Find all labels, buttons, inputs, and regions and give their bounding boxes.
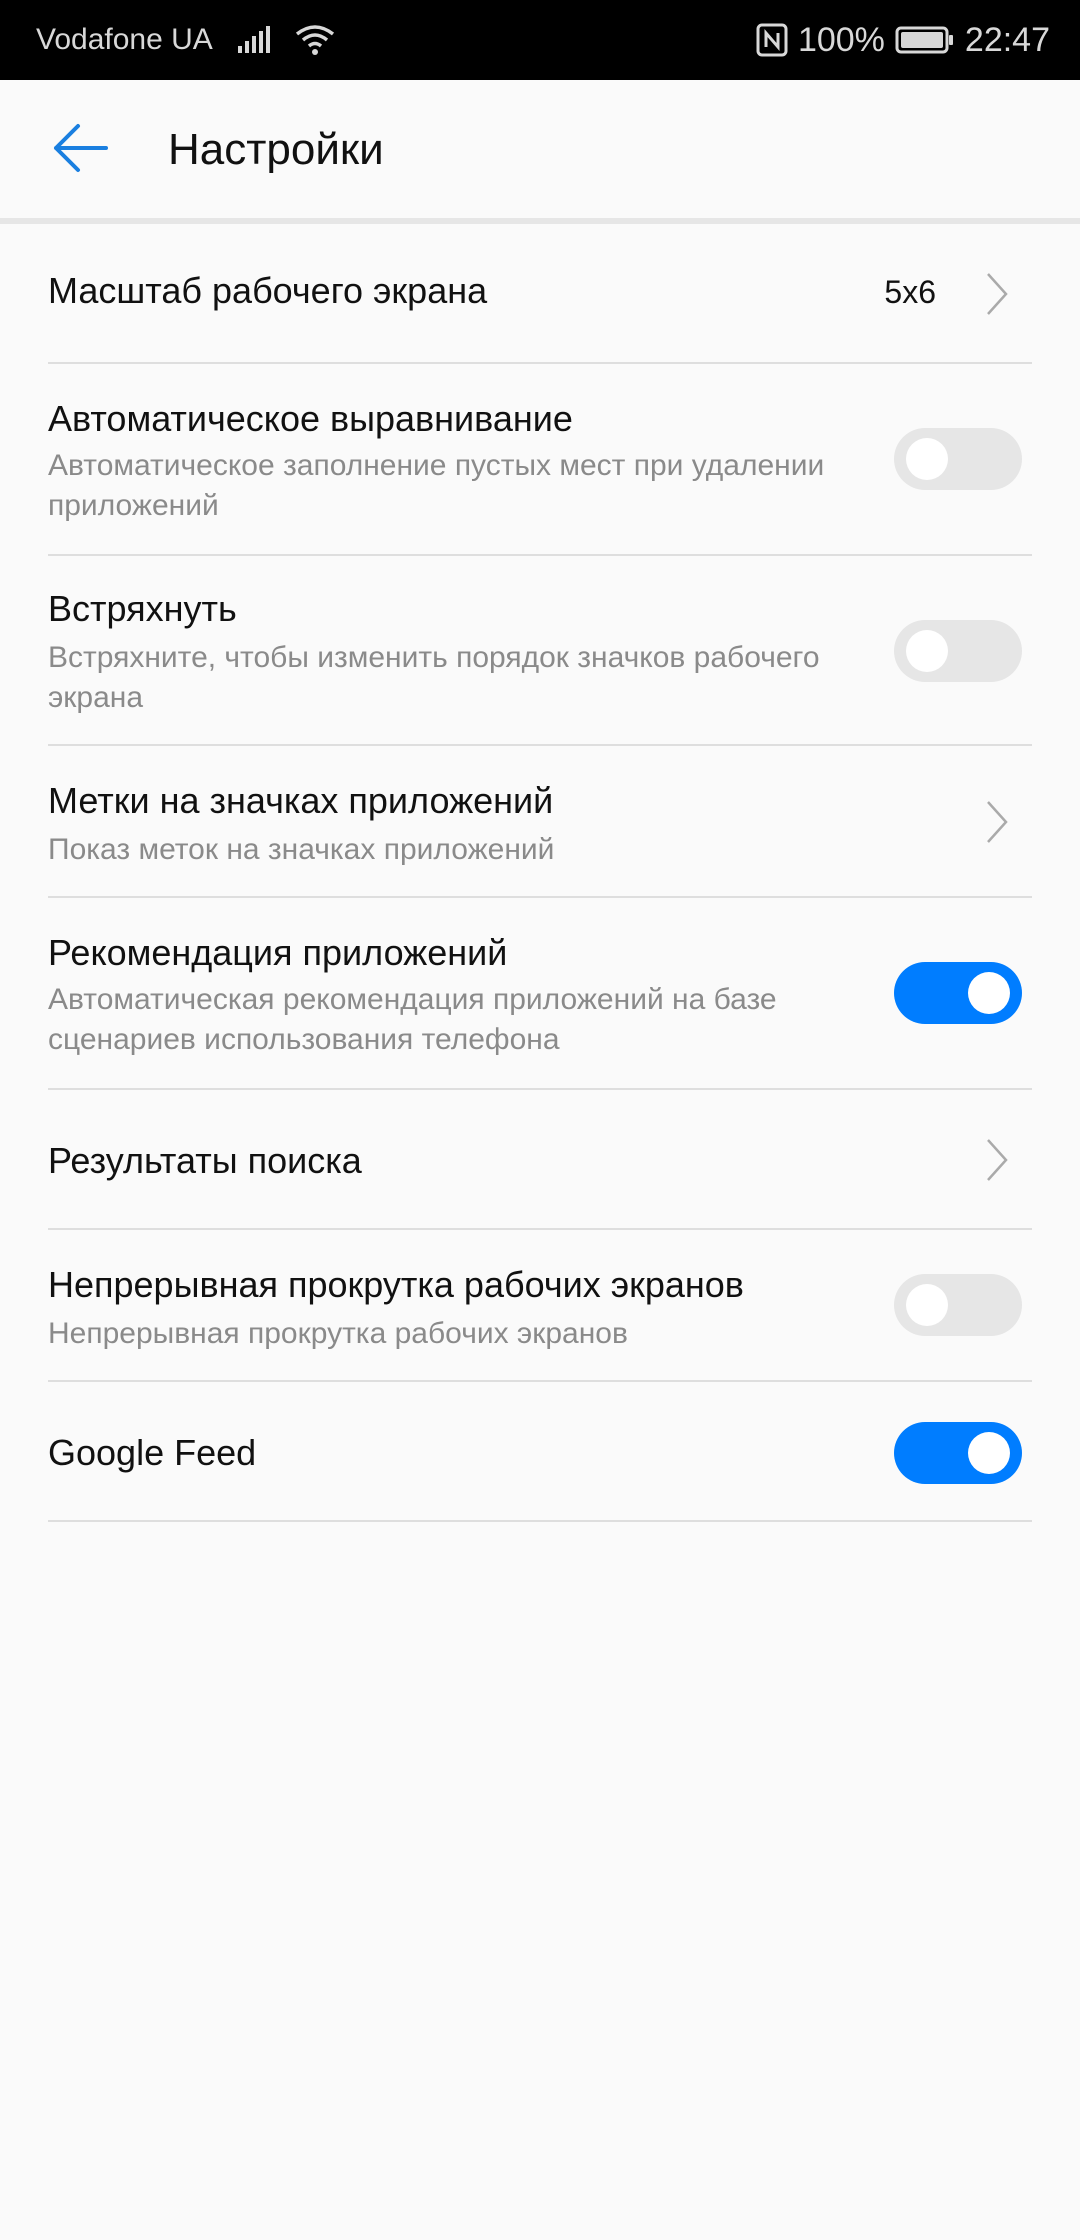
page-title: Настройки xyxy=(168,125,384,174)
toggle-knob xyxy=(968,1432,1010,1474)
setting-title: Встряхнуть xyxy=(48,588,237,629)
setting-title: Google Feed xyxy=(48,1432,257,1473)
chevron-right-icon xyxy=(987,1139,1008,1181)
setting-subtitle: Непрерывная прокрутка рабочих экранов xyxy=(48,1317,628,1350)
setting-title: Результаты поиска xyxy=(48,1140,362,1181)
setting-continuous-scroll[interactable]: Непрерывная прокрутка рабочих экранов Не… xyxy=(48,1230,1032,1382)
google-feed-toggle[interactable] xyxy=(894,1422,1022,1484)
setting-title: Автоматическое выравнивание xyxy=(48,398,573,439)
toggle-knob xyxy=(968,972,1010,1014)
shake-toggle[interactable] xyxy=(894,620,1022,682)
setting-subtitle: Встряхните, чтобы изменить порядок значк… xyxy=(48,641,820,714)
setting-title: Метки на значках приложений xyxy=(48,780,554,821)
clock: 22:47 xyxy=(964,20,1050,59)
toggle-knob xyxy=(906,438,948,480)
setting-google-feed[interactable]: Google Feed xyxy=(48,1382,1032,1522)
setting-subtitle: Автоматическое заполнение пустых мест пр… xyxy=(48,449,825,522)
back-button[interactable] xyxy=(40,110,120,190)
setting-subtitle: Показ меток на значках приложений xyxy=(48,833,555,866)
setting-home-screen-scale[interactable]: Масштаб рабочего экрана 5x6 xyxy=(48,224,1032,364)
setting-search-results[interactable]: Результаты поиска xyxy=(48,1090,1032,1230)
setting-auto-align[interactable]: Автоматическое выравнивание Автоматическ… xyxy=(48,364,1032,556)
chevron-right-icon xyxy=(987,801,1008,843)
auto-align-toggle[interactable] xyxy=(894,428,1022,490)
setting-title: Непрерывная прокрутка рабочих экранов xyxy=(48,1264,744,1305)
setting-app-recommendation[interactable]: Рекомендация приложений Автоматическая р… xyxy=(48,898,1032,1090)
continuous-scroll-toggle[interactable] xyxy=(894,1274,1022,1336)
app-recommendation-toggle[interactable] xyxy=(894,962,1022,1024)
battery-percent: 100% xyxy=(797,20,885,59)
nfc-icon xyxy=(756,23,788,57)
signal-icon xyxy=(237,26,271,54)
settings-list: Масштаб рабочего экрана 5x6 Автоматическ… xyxy=(48,224,1032,1522)
toggle-knob xyxy=(906,1284,948,1326)
battery-icon xyxy=(895,25,955,55)
setting-app-badges[interactable]: Метки на значках приложений Показ меток … xyxy=(48,746,1032,898)
app-bar: Настройки xyxy=(0,80,1080,220)
setting-subtitle: Автоматическая рекомендация приложений н… xyxy=(48,983,777,1056)
wifi-icon xyxy=(295,24,335,56)
setting-title: Рекомендация приложений xyxy=(48,932,508,973)
toggle-knob xyxy=(906,630,948,672)
carrier-label: Vodafone UA xyxy=(36,23,213,56)
setting-value: 5x6 xyxy=(884,274,936,310)
setting-title: Масштаб рабочего экрана xyxy=(48,270,488,311)
chevron-right-icon xyxy=(987,273,1008,315)
setting-shake[interactable]: Встряхнуть Встряхните, чтобы изменить по… xyxy=(48,556,1032,746)
status-bar: Vodafone UA 100% 22:47 xyxy=(0,0,1080,80)
arrow-left-icon xyxy=(50,118,110,183)
